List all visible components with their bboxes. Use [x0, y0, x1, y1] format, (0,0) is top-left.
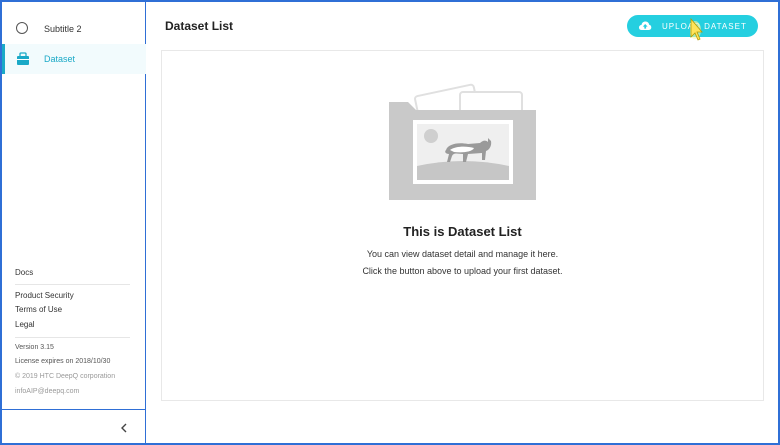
collapse-sidebar-button[interactable] [114, 418, 134, 438]
empty-state-instruction: Click the button above to upload your fi… [362, 266, 563, 276]
circle-icon [16, 22, 30, 36]
sidebar-item-label: Dataset [44, 54, 76, 64]
folder-icon [16, 52, 30, 66]
docs-link[interactable]: Docs [15, 268, 33, 277]
legal-link[interactable]: Legal [15, 320, 35, 329]
sidebar-item-subtitle-2[interactable]: Subtitle 2 [2, 14, 146, 44]
upload-dataset-label: UPLOAD DATASET [662, 22, 747, 31]
product-security-link[interactable]: Product Security [15, 291, 74, 300]
divider [2, 409, 146, 410]
empty-state-title: This is Dataset List [403, 224, 522, 239]
terms-of-use-link[interactable]: Terms of Use [15, 305, 62, 314]
divider [15, 284, 130, 285]
page-title: Dataset List [165, 19, 234, 33]
sidebar: Subtitle 2 Dataset Docs Product Security… [2, 2, 146, 443]
sidebar-item-dataset[interactable]: Dataset [2, 44, 146, 74]
sidebar-item-label: Subtitle 2 [44, 24, 82, 34]
cloud-upload-icon [638, 20, 652, 32]
chevron-left-icon [121, 423, 127, 433]
version-text: Version 3.15 [15, 344, 54, 351]
divider [15, 337, 130, 338]
empty-dataset-illustration [388, 80, 538, 202]
copyright-text: © 2019 HTC DeepQ corporation [15, 373, 116, 380]
upload-dataset-button[interactable]: UPLOAD DATASET [627, 15, 758, 37]
empty-state-description: You can view dataset detail and manage i… [366, 249, 559, 259]
email-link[interactable]: infoAIP@deepq.com [15, 388, 79, 395]
license-text: License expires on 2018/10/30 [15, 358, 111, 365]
